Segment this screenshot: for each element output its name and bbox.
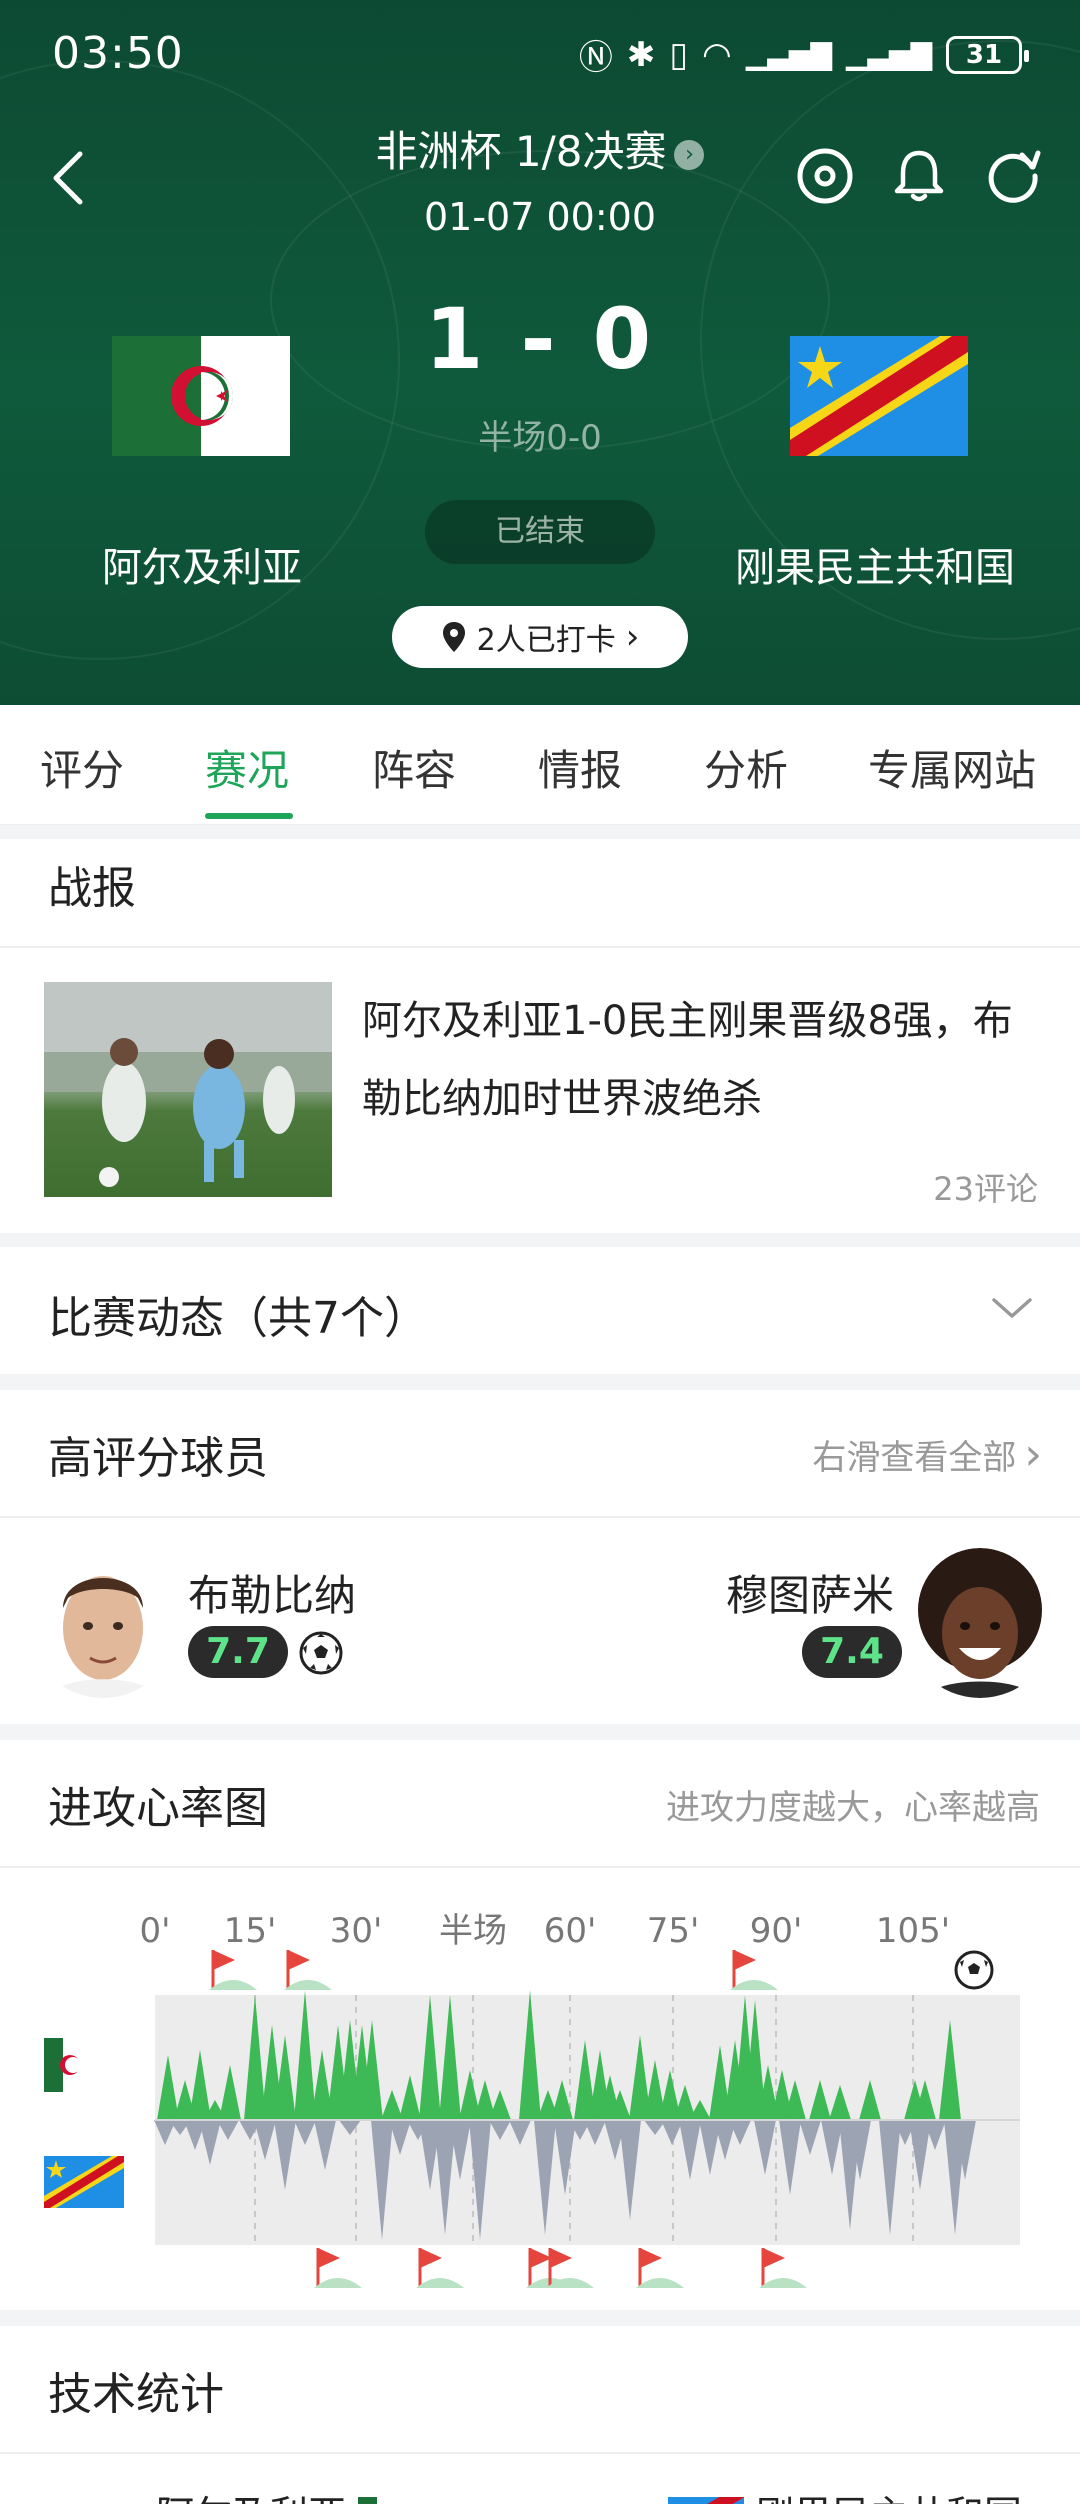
- home-flag-small: [358, 2496, 397, 2504]
- soccer-ball-icon: [299, 1631, 343, 1675]
- away-flag-small: [668, 2496, 744, 2504]
- away-player-avatar[interactable]: [905, 1548, 1055, 1698]
- nfc-icon: Ⓝ: [578, 38, 613, 78]
- report-section-title: 战报: [48, 863, 136, 914]
- momentum-title: 进攻心率图: [48, 1783, 268, 1834]
- chevron-right-icon: ›: [674, 139, 705, 170]
- view-all-label: 右滑查看全部: [812, 1438, 1017, 1478]
- signal-icon: ▁▃▅▇: [745, 38, 832, 71]
- bell-icon[interactable]: [888, 145, 950, 207]
- bluetooth-icon: ✱: [626, 34, 656, 75]
- checkin-label: 2人已打卡: [476, 623, 616, 658]
- away-chart-flag: [44, 2156, 124, 2208]
- chevron-right-icon: ›: [1024, 1428, 1042, 1480]
- news-headline[interactable]: 阿尔及利亚1-0民主刚果晋级8强，布勒比纳加时世界波绝杀: [362, 982, 1022, 1138]
- corner-flag-icon: [730, 1950, 778, 1990]
- match-status-badge: 已结束: [425, 500, 655, 564]
- time-tick-label: 15': [224, 1911, 277, 1951]
- match-header: 03:50 Ⓝ ✱ ▯ ◠ ▁▃▅▇ ▁▃▅▇ 31 非洲杯 1/8决赛 › 01…: [0, 0, 1080, 705]
- time-tick-label: 75': [647, 1911, 700, 1951]
- location-pin-icon: [442, 622, 465, 652]
- tab-rating[interactable]: 评分: [40, 737, 124, 798]
- competition-label: 非洲杯 1/8决赛: [375, 127, 667, 176]
- stats-away-name: 刚果民主共和国: [756, 2484, 1022, 2504]
- momentum-svg: 0' 15' 30' 半场 60' 75' 90' 105': [44, 1911, 1020, 2288]
- vibrate-icon: ▯: [669, 34, 689, 75]
- tab-bar: 评分 赛况 阵容 情报 分析 专属网站: [0, 705, 1080, 825]
- active-tab-indicator: [205, 813, 293, 819]
- comment-count[interactable]: 23评论: [933, 1164, 1038, 1210]
- time-tick-label: 60': [544, 1911, 597, 1951]
- home-player-rating: 7.7: [188, 1626, 288, 1678]
- corner-flag-icon: [636, 2248, 684, 2288]
- momentum-hint: 进攻力度越大，心率越高: [666, 1788, 1040, 1828]
- wifi-icon: ◠: [702, 34, 732, 75]
- stats-home-team: 阿尔及利亚: [156, 2484, 397, 2504]
- tab-intel[interactable]: 情报: [538, 737, 622, 798]
- tab-exclusive-site[interactable]: 专属网站: [868, 737, 1036, 798]
- home-team-name[interactable]: 阿尔及利亚: [102, 535, 302, 593]
- home-chart-flag: [44, 2038, 101, 2092]
- refresh-icon[interactable]: [982, 145, 1044, 207]
- time-tick-label: 30': [330, 1911, 383, 1951]
- corner-flag-icon: [209, 1950, 257, 1990]
- corner-flag-icon: [416, 2248, 464, 2288]
- corner-flag-icon: [759, 2248, 807, 2288]
- momentum-chart: 0' 15' 30' 半场 60' 75' 90' 105': [0, 1870, 1080, 2310]
- chevron-right-icon: ›: [625, 617, 640, 657]
- home-player-name[interactable]: 布勒比纳: [188, 1562, 356, 1623]
- half-time-score: 半场0-0: [478, 418, 602, 458]
- status-bar: 03:50 Ⓝ ✱ ▯ ◠ ▁▃▅▇ ▁▃▅▇ 31: [0, 0, 1080, 100]
- chevron-down-icon[interactable]: [990, 1294, 1034, 1322]
- live-target-icon[interactable]: [794, 145, 856, 207]
- time-tick-label: 0': [140, 1911, 171, 1951]
- top-players-title: 高评分球员: [48, 1433, 268, 1484]
- away-player-rating: 7.4: [802, 1626, 902, 1678]
- home-player-avatar[interactable]: [28, 1548, 178, 1698]
- away-team-name[interactable]: 刚果民主共和国: [735, 535, 1015, 593]
- time-tick-label: 半场: [439, 1911, 507, 1951]
- checkin-button[interactable]: 2人已打卡 ›: [392, 606, 688, 668]
- tab-match-status[interactable]: 赛况: [205, 737, 289, 798]
- status-icons: Ⓝ ✱ ▯ ◠ ▁▃▅▇ ▁▃▅▇ 31: [578, 30, 1029, 79]
- stats-away-team: 刚果民主共和国: [668, 2484, 1022, 2504]
- stats-title: 技术统计: [48, 2369, 224, 2420]
- clock: 03:50: [52, 28, 184, 79]
- tab-analysis[interactable]: 分析: [704, 737, 788, 798]
- time-tick-label: 105': [876, 1911, 950, 1951]
- away-player-name[interactable]: 穆图萨米: [726, 1562, 894, 1623]
- tab-lineup[interactable]: 阵容: [372, 737, 456, 798]
- battery-icon: 31: [946, 35, 1029, 74]
- signal-icon: ▁▃▅▇: [845, 38, 932, 71]
- corner-flag-icon: [314, 2248, 362, 2288]
- match-score: 1 - 0: [424, 290, 656, 388]
- corner-flag-icon: [284, 1950, 332, 1990]
- news-thumbnail[interactable]: [44, 982, 332, 1197]
- soccer-ball-icon: [954, 1950, 994, 1990]
- time-tick-label: 90': [750, 1911, 803, 1951]
- stats-home-name: 阿尔及利亚: [156, 2484, 346, 2504]
- view-all-link[interactable]: 右滑查看全部 ›: [812, 1430, 1042, 1479]
- match-events-title[interactable]: 比赛动态（共7个）: [48, 1282, 428, 1346]
